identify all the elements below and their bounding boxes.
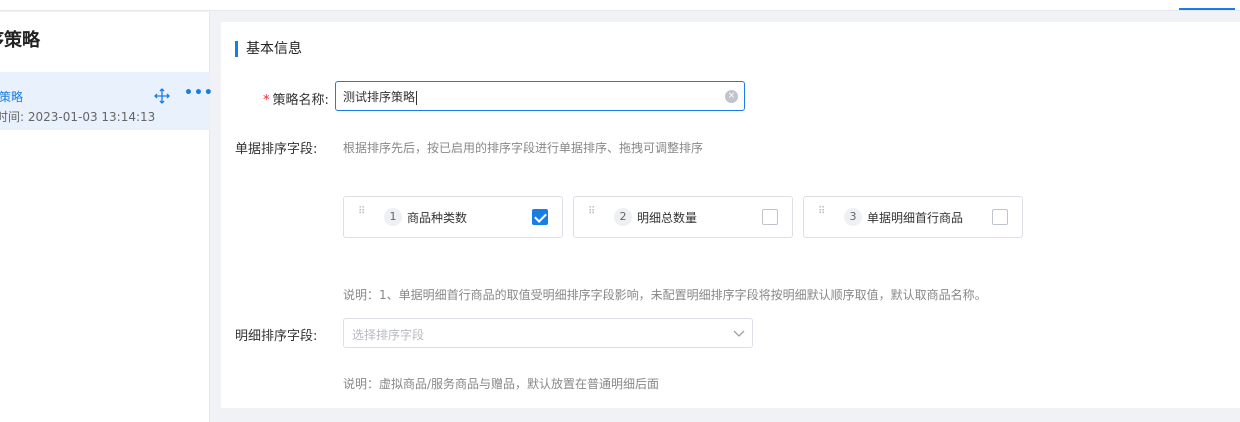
sort-field-index: 1 bbox=[384, 208, 402, 226]
drag-handle-icon[interactable]: ⠿ bbox=[358, 207, 366, 225]
detail-sort-select[interactable]: 选择排序字段 bbox=[343, 318, 753, 348]
move-icon[interactable] bbox=[154, 88, 170, 104]
strategy-sidebar: 序策略 策略 时间: 2023-01-03 13:14:13 ••• bbox=[0, 12, 213, 422]
clear-icon[interactable]: × bbox=[725, 90, 738, 103]
detail-sort-placeholder: 选择排序字段 bbox=[352, 328, 425, 342]
section-title: 基本信息 bbox=[235, 41, 302, 57]
sort-field-card[interactable]: ⠿ 2 明细总数量 bbox=[573, 196, 793, 238]
detail-sort-note: 说明：虚拟商品/服务商品与赠品，默认放置在普通明细后面 bbox=[343, 377, 660, 391]
sort-field-card[interactable]: ⠿ 3 单据明细首行商品 bbox=[803, 196, 1023, 238]
sort-fields-label: 单据排序字段: bbox=[235, 142, 318, 157]
sort-fields-note: 说明：1、单据明细首行商品的取值受明细排序字段影响，未配置明细排序字段将按明细默… bbox=[343, 288, 987, 302]
sort-field-index: 2 bbox=[614, 208, 632, 226]
strategy-item-time: 时间: 2023-01-03 13:14:13 bbox=[0, 110, 156, 124]
sidebar-title: 序策略 bbox=[0, 30, 40, 51]
active-tab-indicator[interactable] bbox=[1179, 8, 1235, 10]
strategy-item-name: 策略 bbox=[0, 90, 24, 104]
sort-field-label: 商品种类数 bbox=[407, 211, 468, 225]
form-panel: 基本信息 * 策略名称: 测试排序策略 × 单据排序字段: 根据排序先后，按已启用… bbox=[221, 22, 1240, 408]
strategy-list-item[interactable]: 策略 时间: 2023-01-03 13:14:13 ••• bbox=[0, 72, 213, 130]
sort-field-checkbox[interactable] bbox=[992, 209, 1008, 225]
strategy-name-value: 测试排序策略 bbox=[343, 90, 418, 105]
chevron-down-icon bbox=[733, 330, 745, 337]
strategy-name-label: * 策略名称: bbox=[263, 89, 329, 108]
sort-field-card[interactable]: ⠿ 1 商品种类数 bbox=[343, 196, 563, 238]
required-mark: * bbox=[263, 93, 270, 108]
sort-field-index: 3 bbox=[844, 208, 862, 226]
strategy-name-input[interactable]: 测试排序策略 × bbox=[335, 81, 745, 111]
sort-field-label: 明细总数量 bbox=[637, 211, 698, 225]
detail-sort-label: 明细排序字段: bbox=[235, 329, 318, 344]
sort-field-checkbox[interactable] bbox=[762, 209, 778, 225]
more-icon[interactable]: ••• bbox=[184, 85, 214, 101]
sort-field-checkbox[interactable] bbox=[532, 209, 548, 225]
text-caret bbox=[416, 90, 418, 105]
sort-fields-hint: 根据排序先后，按已启用的排序字段进行单据排序、拖拽可调整排序 bbox=[343, 141, 704, 155]
strategy-name-label-text: 策略名称: bbox=[272, 93, 329, 108]
sort-field-label: 单据明细首行商品 bbox=[867, 211, 964, 225]
drag-handle-icon[interactable]: ⠿ bbox=[588, 207, 596, 225]
drag-handle-icon[interactable]: ⠿ bbox=[818, 207, 826, 225]
top-bar bbox=[0, 0, 1240, 11]
